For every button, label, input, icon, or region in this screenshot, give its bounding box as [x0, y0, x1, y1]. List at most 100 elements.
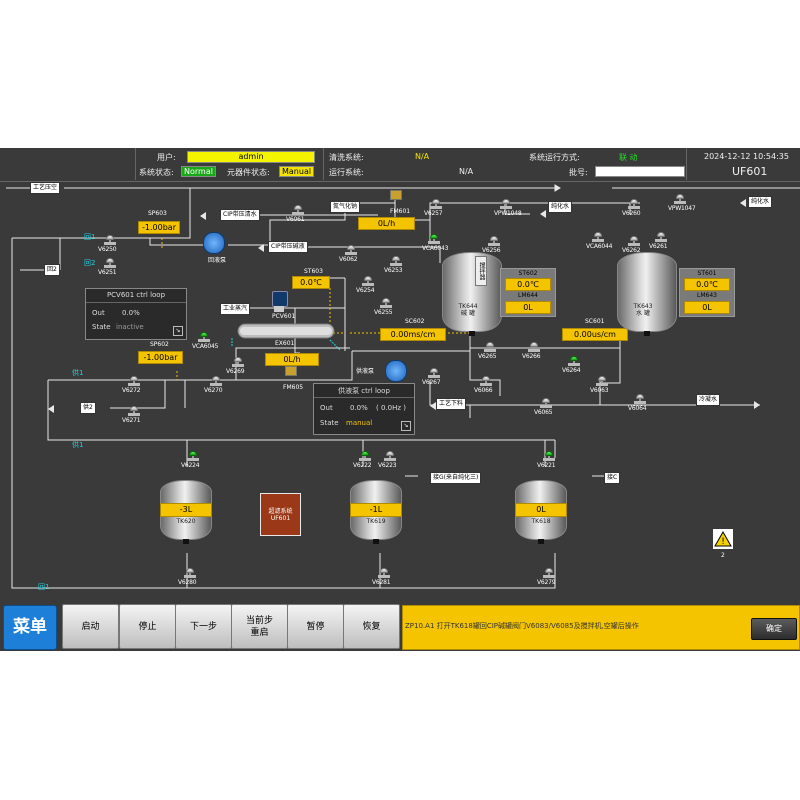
valve-v6250[interactable]: [104, 235, 116, 245]
valve-v6066[interactable]: [480, 376, 492, 386]
tk620-leg: [183, 539, 189, 544]
tk618-name: TK618: [531, 518, 551, 525]
valve-body: [543, 575, 555, 578]
pure-water-2-label: 纯化水: [748, 196, 773, 208]
valve-vca6044[interactable]: [592, 232, 604, 242]
menu-button[interactable]: 菜单: [3, 605, 57, 650]
valve-label: V6265: [478, 353, 497, 360]
step-message: ZP10.A1 打开TK618罐回CIP碱罐阀门V6083/V6085及搅拌机,…: [405, 622, 639, 630]
sc602-tag: SC602: [405, 318, 425, 325]
valve-label: V6061: [286, 216, 305, 223]
valve-body: [104, 242, 116, 245]
valve-label: V6255: [374, 309, 393, 316]
valve-label: VCA6045: [192, 343, 219, 350]
valve-v6271[interactable]: [128, 406, 140, 416]
valve-body: [384, 458, 396, 461]
valve-v6223[interactable]: [384, 451, 396, 461]
valve-body: [362, 283, 374, 286]
cip-pump-label: 回液泵: [208, 257, 227, 264]
valve-label: V6269: [226, 368, 245, 375]
tank-tk619[interactable]: -1L TK619: [350, 480, 402, 544]
valve-v6254[interactable]: [362, 276, 374, 286]
valve-v6267[interactable]: [428, 368, 440, 378]
pcv-state-value: inactive: [116, 323, 144, 331]
valve-v6256[interactable]: [488, 236, 500, 246]
tank-tk643[interactable]: TK643 水 罐: [617, 252, 677, 336]
valve-v6222[interactable]: [359, 451, 371, 461]
valve-v6262[interactable]: [628, 236, 640, 246]
valve-label: V6262: [622, 247, 641, 254]
valve-v6270[interactable]: [210, 376, 222, 386]
valve-v6063[interactable]: [596, 376, 608, 386]
valve-body: [198, 339, 210, 342]
restart-line2: 重启: [250, 627, 269, 638]
sp603-tag: SP603: [148, 210, 167, 217]
valve-body: [543, 458, 555, 461]
valve-v6269[interactable]: [232, 357, 244, 367]
valve-v6221[interactable]: [543, 451, 555, 461]
pump-state-label: State: [320, 419, 339, 427]
next-step-button[interactable]: 下一步: [175, 604, 232, 649]
valve-v6260[interactable]: [628, 199, 640, 209]
valve-v6065[interactable]: [540, 398, 552, 408]
supply-pump-loop-panel[interactable]: 供液泵 ctrl loop Out 0.0% ( 0.0Hz ) State m…: [313, 383, 415, 435]
tank-tk618[interactable]: 0L TK618: [515, 480, 567, 544]
pcv-valve-body: [274, 306, 284, 312]
tk644-sub: 碱 罐: [461, 310, 475, 317]
restart-step-button[interactable]: 当前步 重启: [231, 604, 288, 649]
pcv-loop-divider: [86, 302, 186, 303]
line-return-1a: 回1: [84, 233, 96, 241]
supply-pump-icon[interactable]: [385, 360, 407, 382]
svg-text:!: !: [721, 537, 725, 547]
pcv601-loop-panel[interactable]: PCV601 ctrl loop Out 0.0% State inactive…: [85, 288, 187, 340]
pcv-actuator-icon[interactable]: [272, 291, 288, 307]
valve-v6255[interactable]: [380, 298, 392, 308]
supply-2-label: 供2: [80, 402, 96, 414]
valve-v6064[interactable]: [634, 394, 646, 404]
valve-label: V6264: [562, 367, 581, 374]
valve-v6253[interactable]: [390, 256, 402, 266]
valve-vpw1048[interactable]: [500, 199, 512, 209]
valve-v6061[interactable]: [292, 205, 304, 215]
valve-v6272[interactable]: [128, 376, 140, 386]
alarm-indicator[interactable]: !: [713, 529, 733, 549]
valve-v6261[interactable]: [655, 232, 667, 242]
valve-v6280[interactable]: [184, 568, 196, 578]
valve-v6224[interactable]: [187, 451, 199, 461]
valve-v6266[interactable]: [528, 342, 540, 352]
valve-vca6043[interactable]: [428, 234, 440, 244]
fm601-value: 0L/h: [358, 217, 415, 230]
valve-label: V6280: [178, 579, 197, 586]
valve-body: [345, 252, 357, 255]
cip-pump-icon[interactable]: [203, 232, 225, 254]
ex601-tag: EX601: [275, 340, 295, 347]
tk643-temp-value: 0.0℃: [684, 278, 730, 291]
valve-vca6045[interactable]: [198, 332, 210, 342]
valve-v6281[interactable]: [378, 568, 390, 578]
connect-a-label: 接G(来自纯化三): [430, 472, 482, 484]
cip-supply-top-label: CIP带压碱液: [268, 241, 308, 253]
valve-body: [540, 405, 552, 408]
ultrafiltration-system[interactable]: 超滤系统 UF601: [260, 493, 301, 536]
valve-v6265[interactable]: [484, 342, 496, 352]
stop-button[interactable]: 停止: [119, 604, 176, 649]
start-button[interactable]: 启动: [62, 604, 119, 649]
pause-button[interactable]: 暂停: [287, 604, 344, 649]
tank-tk644[interactable]: TK644 碱 罐: [442, 252, 502, 336]
resume-button[interactable]: 恢复: [343, 604, 400, 649]
valve-label: V6270: [204, 387, 223, 394]
st603-tag: ST603: [304, 268, 323, 275]
tk619-leg: [373, 539, 379, 544]
tk618-level: 0L: [515, 503, 567, 517]
valve-vpw1047[interactable]: [674, 194, 686, 204]
valve-v6257[interactable]: [430, 199, 442, 209]
valve-v6251[interactable]: [104, 258, 116, 268]
valve-v6279[interactable]: [543, 568, 555, 578]
tk619-level: -1L: [350, 503, 402, 517]
tank-tk620[interactable]: -3L TK620: [160, 480, 212, 544]
pump-loop-open-icon[interactable]: ↘: [401, 421, 411, 431]
valve-v6062[interactable]: [345, 245, 357, 255]
valve-v6264[interactable]: [568, 356, 580, 366]
confirm-button[interactable]: 确定: [751, 618, 797, 640]
pcv-loop-open-icon[interactable]: ↘: [173, 326, 183, 336]
